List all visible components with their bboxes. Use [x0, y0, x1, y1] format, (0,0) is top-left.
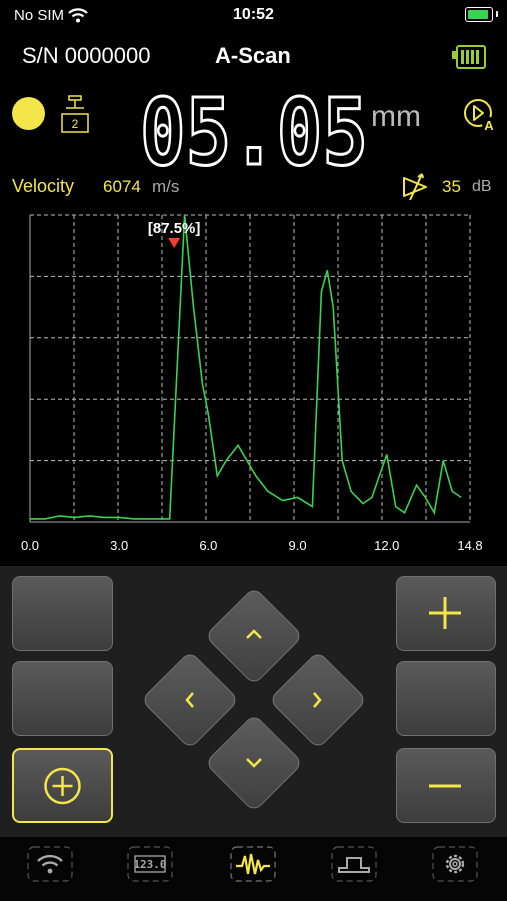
phone-battery-icon [465, 7, 493, 22]
step-icon [331, 846, 377, 882]
serial-number: S/N 0000000 [22, 43, 151, 68]
chevron-left-icon [185, 692, 194, 708]
auto-mode-icon[interactable]: A [462, 97, 498, 133]
device-battery-icon [456, 45, 486, 69]
ascan-chart[interactable]: 0.0 3.0 6.0 9.0 12.0 14.8 [87.5%] [0, 200, 507, 560]
coupling-indicator-icon [12, 97, 45, 130]
chevron-right-icon [313, 692, 322, 708]
gain-value[interactable]: 35 [442, 177, 461, 197]
tab-bscan[interactable] [331, 846, 377, 882]
target-icon [44, 767, 81, 805]
minus-button[interactable] [396, 748, 496, 823]
svg-text:A: A [484, 118, 494, 133]
tab-ascan[interactable] [230, 846, 276, 882]
wifi-icon [27, 846, 73, 882]
x-tick-label: 6.0 [199, 538, 217, 553]
x-tick-label: 12.0 [374, 538, 399, 553]
tab-digits[interactable]: 123.0 [127, 846, 173, 882]
calibration-block-icon[interactable]: 2 [58, 94, 92, 134]
svg-text:123.0: 123.0 [133, 858, 166, 871]
thickness-unit: mm [371, 100, 421, 133]
gain-icon[interactable] [400, 172, 432, 202]
tab-settings[interactable] [432, 846, 478, 882]
signal-trace [30, 214, 462, 520]
waveform-icon [230, 846, 276, 882]
velocity-value[interactable]: 6074 [103, 177, 141, 197]
peak-label: [87.5%] [148, 220, 201, 237]
thickness-reading: 05.05 [139, 78, 370, 188]
x-tick-label: 0.0 [21, 538, 39, 553]
chevron-down-icon [246, 758, 262, 768]
clock: 10:52 [233, 6, 274, 23]
velocity-unit: m/s [152, 177, 180, 196]
x-tick-label: 3.0 [110, 538, 128, 553]
function-button-3[interactable] [396, 661, 496, 736]
status-bar: No SIM 10:52 [0, 0, 507, 32]
tab-connect[interactable] [27, 846, 73, 882]
gate-marker[interactable] [168, 238, 181, 248]
digits-icon: 123.0 [127, 846, 173, 882]
function-button-1[interactable] [12, 576, 113, 651]
velocity-label: Velocity [12, 176, 75, 196]
function-button-2[interactable] [12, 661, 113, 736]
mode-title: A-Scan [215, 43, 291, 68]
plus-icon [429, 597, 461, 629]
target-button[interactable] [12, 748, 113, 823]
x-tick-label: 9.0 [289, 538, 307, 553]
minus-icon [429, 784, 461, 788]
chevron-up-icon [246, 629, 262, 639]
battery-tip [496, 11, 498, 17]
gain-unit: dB [472, 178, 492, 195]
calibration-badge: 2 [72, 117, 79, 131]
thickness-value: 05.05 [140, 88, 368, 173]
plus-button[interactable] [396, 576, 496, 651]
gear-icon [432, 846, 478, 882]
x-tick-label: 14.8 [457, 538, 482, 553]
